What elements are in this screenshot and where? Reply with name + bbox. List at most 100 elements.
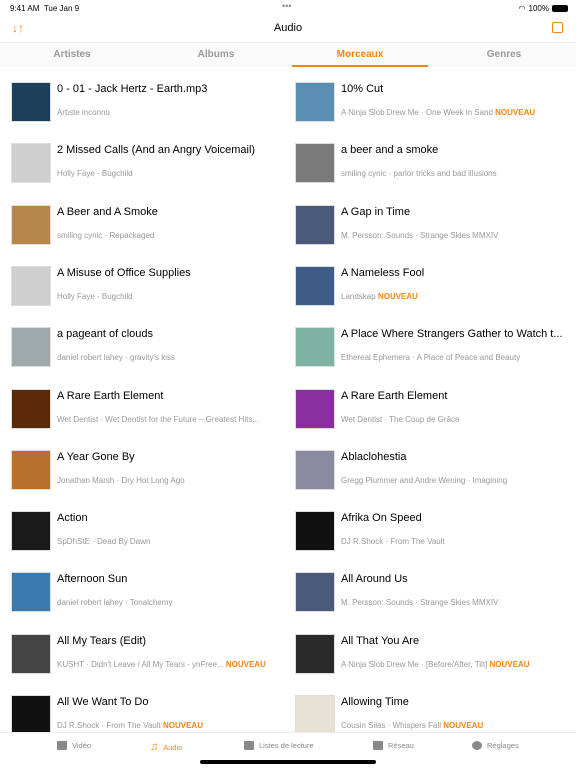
track-subtitle: M. Persson: Sounds · Strange Skies MMXIV — [341, 598, 499, 608]
track-title: a beer and a smoke — [341, 144, 439, 157]
track-row[interactable]: A Place Where Strangers Gather to Watch … — [284, 325, 572, 386]
track-row[interactable]: Afternoon Sun daniel robert lahey · Tona… — [0, 570, 288, 631]
album-artwork — [295, 633, 335, 674]
track-title: A Rare Earth Element — [341, 389, 448, 402]
track-row[interactable]: A Rare Earth Element Wet Dentist · The C… — [284, 387, 572, 448]
track-row[interactable]: A Gap in Time M. Persson: Sounds · Stran… — [284, 203, 572, 264]
wifi-icon: ◠ — [518, 4, 526, 13]
track-row[interactable]: All My Tears (Edit) KUSHT · Didn't Leave… — [0, 632, 288, 693]
track-title: Allowing Time — [341, 696, 409, 708]
track-title: All That You Are — [341, 634, 420, 647]
playlist-icon — [244, 741, 254, 750]
track-subtitle: smiling cynic · Repackaged — [57, 230, 155, 240]
album-artwork — [11, 204, 51, 245]
tab-artistes[interactable]: Artistes — [0, 43, 144, 67]
track-subtitle: Gregg Plummer and Andre Wening · Imagini… — [341, 475, 508, 485]
tabbar-video[interactable]: Vidéo — [57, 741, 91, 750]
track-row[interactable]: All Around Us M. Persson: Sounds · Stran… — [284, 570, 572, 631]
new-badge: NOUVEAU — [443, 721, 484, 730]
tabbar-settings[interactable]: Réglages — [472, 741, 519, 750]
page-title: Audio — [273, 22, 303, 34]
multitasking-dots[interactable]: ••• — [282, 1, 291, 11]
video-icon — [57, 741, 67, 750]
track-title: A Beer and A Smoke — [57, 205, 158, 218]
album-artwork — [11, 143, 51, 184]
track-list[interactable]: 0 - 01 - Jack Hertz - Earth.mp3 Artiste … — [0, 80, 576, 732]
album-artwork — [295, 572, 335, 613]
track-row[interactable]: All We Want To Do DJ R.Shock · From The … — [0, 693, 288, 732]
album-artwork — [295, 82, 335, 122]
new-badge: NOUVEAU — [162, 721, 203, 730]
album-artwork — [295, 265, 335, 306]
track-subtitle: Jonathan Marsh · Dry Hot Long Ago — [57, 475, 185, 485]
album-artwork — [295, 143, 335, 184]
album-artwork — [11, 633, 51, 674]
album-artwork — [295, 204, 335, 245]
track-row[interactable]: A Misuse of Office Supplies Holly Faye ·… — [0, 264, 288, 325]
tab-albums[interactable]: Albums — [144, 43, 288, 67]
track-row[interactable]: A Nameless Fool Landskap NOUVEAU — [284, 264, 572, 325]
album-artwork — [11, 265, 51, 306]
track-subtitle: A Ninja Slob Drew Me · [Before/After, Ti… — [341, 659, 530, 669]
track-row[interactable]: Ablaclohestia Gregg Plummer and Andre We… — [284, 448, 572, 509]
track-row[interactable]: Action SpDhStE · Dead By Dawn — [0, 509, 288, 570]
new-badge: NOUVEAU — [377, 291, 418, 301]
tabbar-playlists[interactable]: Listes de lecture — [244, 741, 314, 750]
track-title: Ablaclohestia — [341, 450, 407, 463]
track-row[interactable]: 2 Missed Calls (And an Angry Voicemail) … — [0, 141, 288, 202]
track-row[interactable]: Allowing Time Cousin Silas · Whispers Fa… — [284, 693, 572, 732]
tabbar-network[interactable]: Réseau — [373, 741, 414, 750]
tab-genres[interactable]: Genres — [432, 43, 576, 67]
track-subtitle: daniel robert lahey · Tonalchemy — [57, 598, 173, 608]
new-badge: NOUVEAU — [489, 659, 530, 669]
album-artwork — [11, 388, 51, 429]
track-subtitle: Landskap NOUVEAU — [341, 291, 418, 301]
album-artwork — [295, 511, 335, 552]
tab-morceaux[interactable]: Morceaux — [288, 43, 432, 67]
battery-status: ◠ 100% — [519, 4, 568, 13]
track-subtitle: Wet Dentist · Wet Dentist for the Future… — [57, 414, 259, 424]
segmented-tabs: Artistes Albums Morceaux Genres — [0, 42, 576, 67]
track-row[interactable]: a beer and a smoke smiling cynic · parlo… — [284, 141, 572, 202]
track-subtitle: Wet Dentist · The Coup de Grâce — [341, 414, 460, 424]
album-artwork — [295, 695, 335, 732]
track-row[interactable]: A Rare Earth Element Wet Dentist · Wet D… — [0, 387, 288, 448]
track-subtitle: KUSHT · Didn't Leave / All My Tears - yn… — [57, 659, 266, 669]
track-row[interactable]: All That You Are A Ninja Slob Drew Me · … — [284, 632, 572, 693]
track-title: 2 Missed Calls (And an Angry Voicemail) — [57, 144, 256, 157]
track-title: Afrika On Speed — [341, 512, 422, 525]
home-indicator — [200, 760, 376, 764]
album-artwork — [11, 449, 51, 490]
track-subtitle: Holly Faye · Bugchild — [57, 169, 133, 179]
track-title: All My Tears (Edit) — [57, 634, 147, 647]
track-subtitle: SpDhStE · Dead By Dawn — [57, 537, 151, 547]
track-subtitle: DJ R.Shock · From The Vault — [341, 537, 445, 547]
track-row[interactable]: A Beer and A Smoke smiling cynic · Repac… — [0, 203, 288, 264]
track-title: a pageant of clouds — [57, 328, 154, 341]
track-title: A Rare Earth Element — [57, 389, 164, 402]
track-subtitle: Cousin Silas · Whispers Fall NOUVEAU — [341, 721, 484, 730]
gear-icon — [472, 741, 482, 750]
track-subtitle: Holly Faye · Bugchild — [57, 291, 133, 301]
edit-icon[interactable] — [552, 22, 563, 33]
tabbar-audio[interactable]: ♫ Audio — [150, 741, 182, 753]
status-bar: 9:41 AM Tue Jan 9 ••• ◠ 100% — [0, 0, 576, 16]
track-subtitle: M. Persson: Sounds · Strange Skies MMXIV — [341, 230, 499, 240]
track-row[interactable]: 0 - 01 - Jack Hertz - Earth.mp3 Artiste … — [0, 80, 288, 141]
track-title: Afternoon Sun — [57, 573, 128, 586]
track-subtitle: daniel robert lahey · gravity's kiss — [57, 353, 176, 363]
track-title: 0 - 01 - Jack Hertz - Earth.mp3 — [57, 83, 208, 95]
track-title: A Gap in Time — [341, 205, 411, 218]
track-title: A Misuse of Office Supplies — [57, 266, 191, 279]
track-row[interactable]: 10% Cut A Ninja Slob Drew Me · One Week … — [284, 80, 572, 141]
new-badge: NOUVEAU — [495, 108, 536, 117]
album-artwork — [11, 695, 51, 732]
battery-icon — [552, 5, 568, 12]
track-row[interactable]: A Year Gone By Jonathan Marsh · Dry Hot … — [0, 448, 288, 509]
album-artwork — [11, 572, 51, 613]
track-title: All Around Us — [341, 573, 408, 586]
album-artwork — [11, 82, 51, 122]
track-row[interactable]: Afrika On Speed DJ R.Shock · From The Va… — [284, 509, 572, 570]
track-row[interactable]: a pageant of clouds daniel robert lahey … — [0, 325, 288, 386]
track-title: A Place Where Strangers Gather to Watch … — [341, 328, 563, 341]
